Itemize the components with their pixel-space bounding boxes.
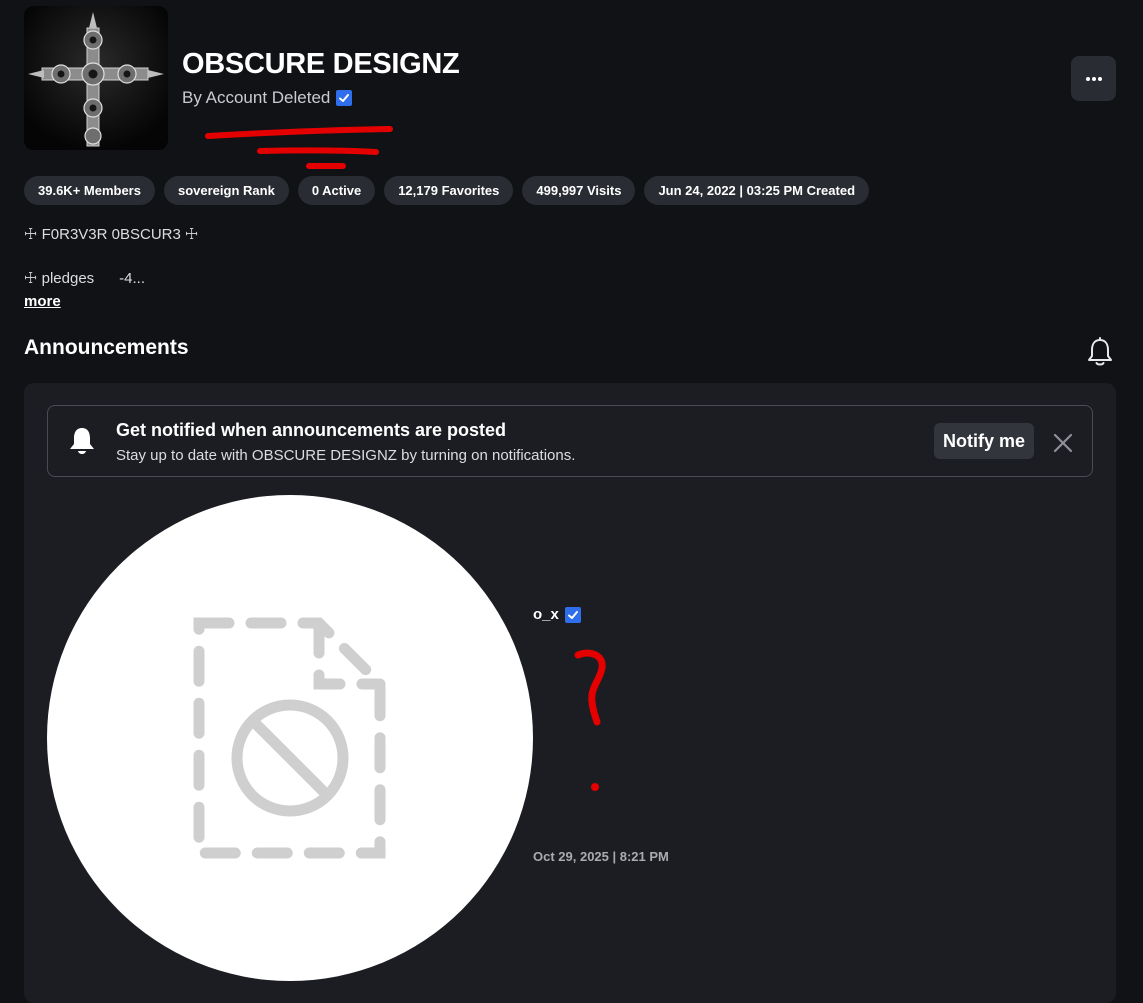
group-owner: By Account Deleted <box>182 88 353 108</box>
group-stats: 39.6K+ Members sovereign Rank 0 Active 1… <box>24 176 870 205</box>
description-line-2: ☩ pledges -4... <box>24 270 146 287</box>
gothic-cross-icon <box>24 6 168 150</box>
description-more-link[interactable]: more <box>24 293 61 310</box>
created-pill: Jun 24, 2022 | 03:25 PM Created <box>644 176 870 205</box>
close-icon <box>1053 433 1073 453</box>
verified-badge-icon <box>336 90 353 106</box>
notify-me-button[interactable]: Notify me <box>934 423 1035 459</box>
post-author: o_x <box>533 606 581 623</box>
banner-title: Get notified when announcements are post… <box>116 420 507 440</box>
bell-icon <box>70 428 94 454</box>
banner-subtitle: Stay up to date with OBSCURE DESIGNZ by … <box>116 447 576 464</box>
description-line-1: ☩ F0R3V3R 0BSCUR3 ☩ <box>24 226 199 243</box>
group-name: OBSCURE DESIGNZ <box>182 48 460 80</box>
members-pill: 39.6K+ Members <box>24 176 155 205</box>
active-pill: 0 Active <box>297 176 376 205</box>
announcements-title: Announcements <box>24 336 189 359</box>
ellipsis-icon <box>1085 76 1102 81</box>
verified-badge-icon <box>564 606 581 623</box>
announcement-image[interactable] <box>47 495 533 981</box>
notify-banner: Get notified when announcements are post… <box>47 405 1093 477</box>
favorites-pill: 12,179 Favorites <box>384 176 514 205</box>
post-author-name[interactable]: o_x <box>533 606 559 623</box>
more-options-button[interactable] <box>1071 56 1116 101</box>
group-icon <box>24 6 168 150</box>
post-timestamp: Oct 29, 2025 | 8:21 PM <box>533 849 669 864</box>
bell-outline-icon <box>1088 337 1112 366</box>
close-banner-button[interactable] <box>1048 428 1078 458</box>
broken-file-icon <box>193 617 386 859</box>
owner-label[interactable]: By Account Deleted <box>182 88 330 108</box>
announcements-bell-button[interactable] <box>1084 336 1116 368</box>
visits-pill: 499,997 Visits <box>522 176 636 205</box>
rank-pill: sovereign Rank <box>163 176 289 205</box>
